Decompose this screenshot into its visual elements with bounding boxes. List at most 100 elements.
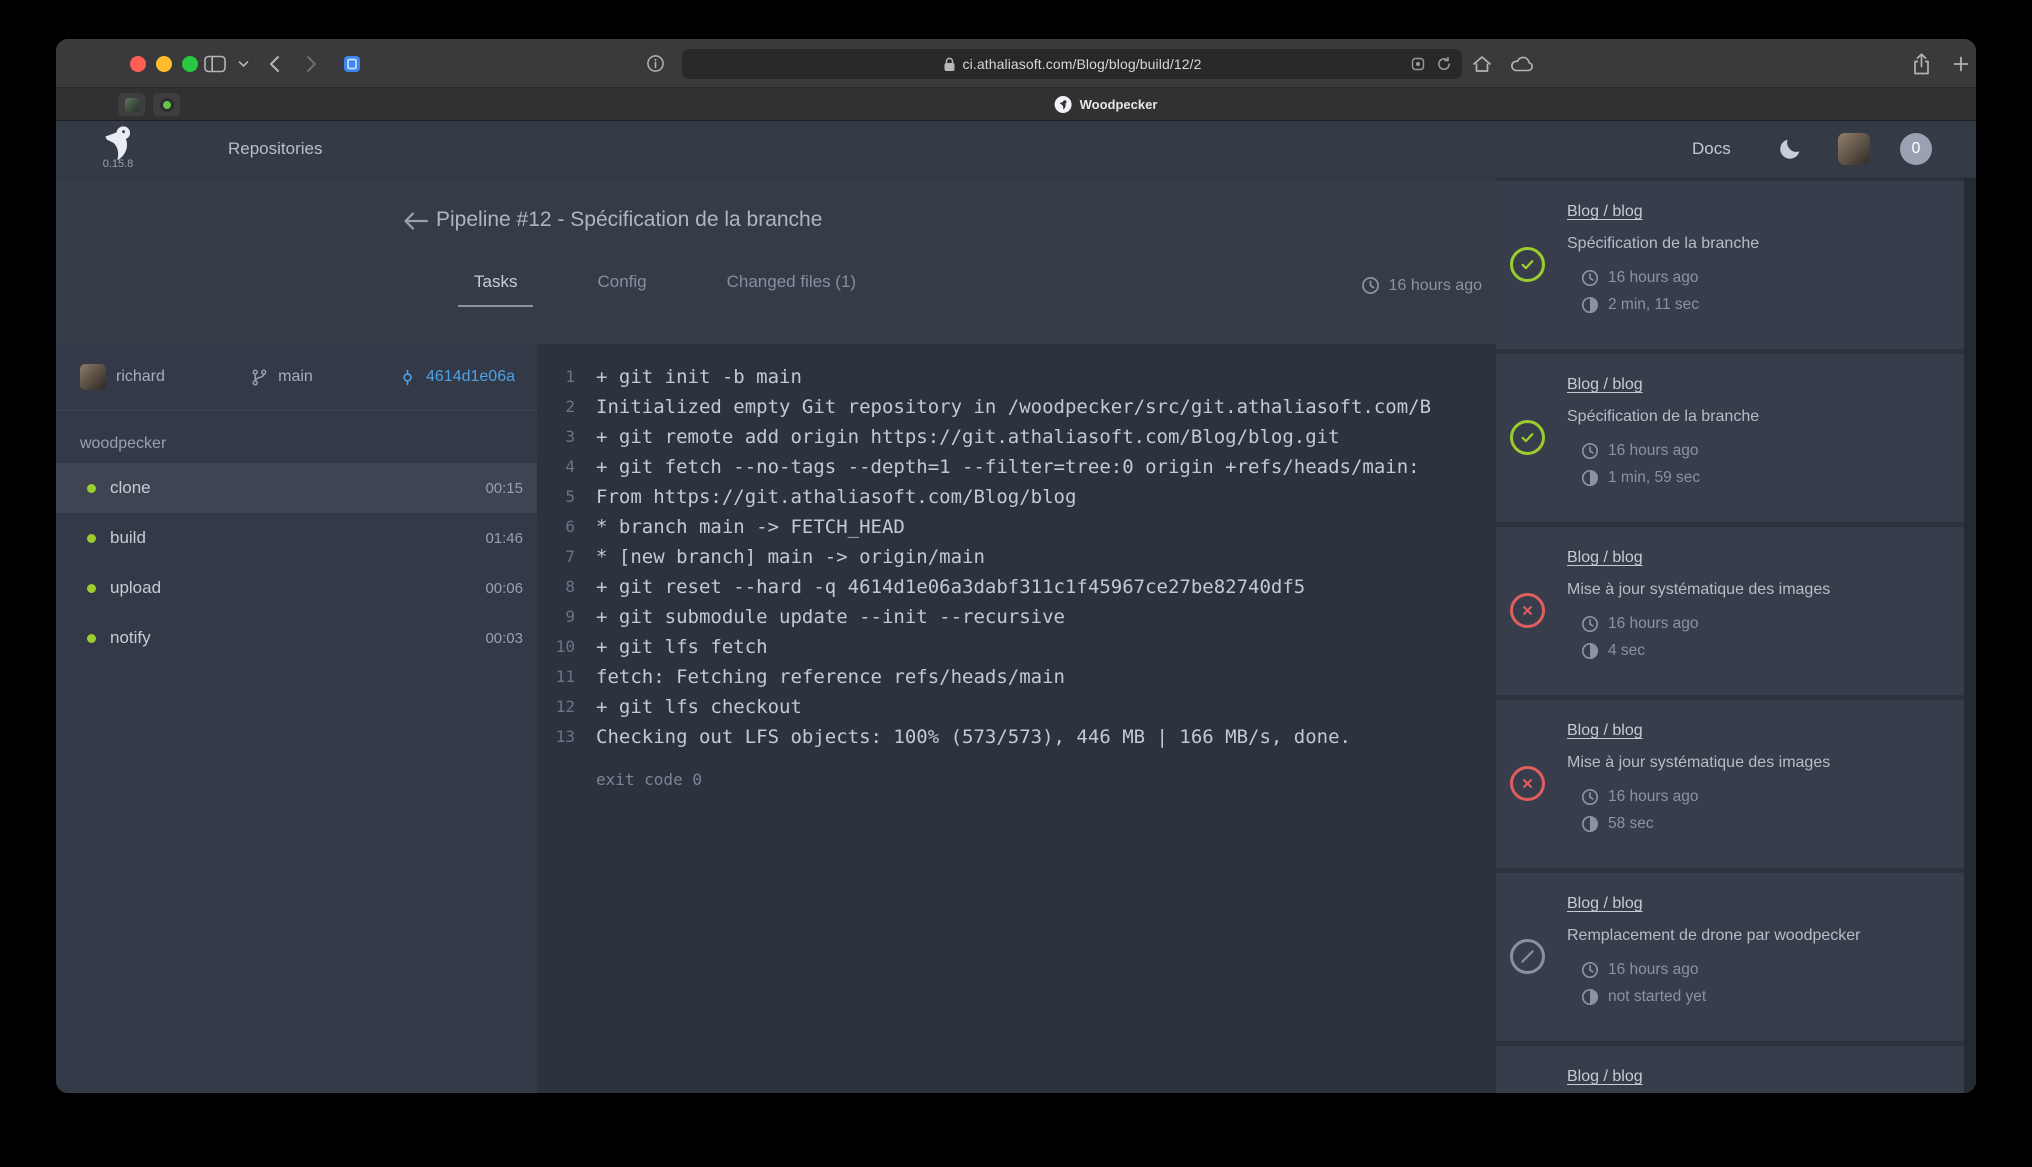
build-card[interactable]: Blog / blog <box>1496 1046 1964 1093</box>
commit-author: richard <box>80 364 165 390</box>
build-card-text: Blog / blog Mise à jour systématique des… <box>1496 700 1964 833</box>
log-line-number: 6 <box>537 512 575 542</box>
build-time-label: 16 hours ago <box>1608 269 1699 287</box>
build-time-label: 16 hours ago <box>1608 961 1699 979</box>
build-duration-label: 4 sec <box>1608 642 1645 660</box>
pipeline-tab[interactable]: Changed files (1) <box>711 266 872 307</box>
slash-icon <box>1518 947 1537 966</box>
build-card-text: Blog / blog Remplacement de drone par wo… <box>1496 873 1964 1006</box>
commit-hash-link[interactable]: 4614d1e06a <box>399 368 515 386</box>
forward-button[interactable] <box>306 39 318 88</box>
step-name: upload <box>110 578 161 598</box>
log-line-number: 5 <box>537 482 575 512</box>
cloud-icon[interactable] <box>1510 39 1534 88</box>
log-console: 1 + git init -b main 2 Initialized empty… <box>537 344 1496 1093</box>
build-status-icon <box>1510 247 1545 282</box>
step-status-dot <box>87 534 96 543</box>
step-duration: 00:06 <box>485 580 523 597</box>
build-duration: 2 min, 11 sec <box>1581 296 1948 314</box>
user-avatar[interactable] <box>1838 133 1870 165</box>
step-row[interactable]: clone 00:15 <box>56 463 537 513</box>
woodpecker-logo[interactable]: 0.15.8 <box>94 123 142 170</box>
minimize-window-button[interactable] <box>156 56 172 72</box>
new-tab-icon[interactable] <box>1952 39 1970 88</box>
log-line-number: 10 <box>537 632 575 662</box>
window-controls <box>130 39 198 88</box>
build-status-icon <box>1510 420 1545 455</box>
build-card[interactable]: Blog / blog Mise à jour systématique des… <box>1496 527 1964 695</box>
close-window-button[interactable] <box>130 56 146 72</box>
pinned-tab[interactable] <box>153 93 180 116</box>
log-line-number: 8 <box>537 572 575 602</box>
privacy-badge-icon[interactable] <box>1410 56 1426 72</box>
reload-icon[interactable] <box>1436 56 1452 72</box>
build-duration: not started yet <box>1581 988 1948 1006</box>
step-row[interactable]: notify 00:03 <box>56 613 537 663</box>
build-card-text: Blog / blog <box>1496 1046 1964 1093</box>
version-label: 0.15.8 <box>94 158 142 170</box>
back-button[interactable] <box>268 39 280 88</box>
sidebar-toggle-icon[interactable] <box>204 39 226 88</box>
build-feed: Blog / blog Spécification de la branche … <box>1496 178 1976 1093</box>
step-row[interactable]: upload 00:06 <box>56 563 537 613</box>
build-card[interactable]: Blog / blog Spécification de la branche … <box>1496 354 1964 522</box>
woodpecker-app: 0.15.8 Repositories Docs 0 Pipeline #12 <box>56 121 1976 1093</box>
pipeline-header: Pipeline #12 - Spécification de la branc… <box>56 178 1496 344</box>
back-arrow-icon[interactable] <box>402 209 430 233</box>
commit-hash: 4614d1e06a <box>426 368 515 386</box>
x-icon <box>1519 775 1536 792</box>
repo-link[interactable]: Blog / blog <box>1567 1066 1643 1088</box>
build-card[interactable]: Blog / blog Remplacement de drone par wo… <box>1496 873 1964 1041</box>
build-time: 16 hours ago <box>1581 442 1948 460</box>
repo-link[interactable]: Blog / blog <box>1567 201 1643 223</box>
repo-link[interactable]: Blog / blog <box>1567 893 1643 915</box>
build-time-label: 16 hours ago <box>1608 788 1699 806</box>
pipeline-tab[interactable]: Tasks <box>458 266 533 307</box>
build-status-icon <box>1510 593 1545 628</box>
commit-message: Mise à jour systématique des images <box>1567 752 1948 774</box>
share-icon[interactable] <box>1912 39 1931 88</box>
active-browser-tab[interactable]: Woodpecker <box>1055 88 1158 121</box>
clock-icon <box>1581 615 1599 633</box>
build-duration: 58 sec <box>1581 815 1948 833</box>
repo-link[interactable]: Blog / blog <box>1567 547 1643 569</box>
pipeline-tab[interactable]: Config <box>581 266 662 307</box>
clock-icon <box>1361 276 1380 295</box>
log-line-number: 2 <box>537 392 575 422</box>
log-line: 9 + git submodule update --init --recurs… <box>537 602 1496 632</box>
exit-code: exit code 0 <box>596 770 1496 789</box>
chevron-down-icon[interactable] <box>238 39 249 88</box>
build-time-label: 16 hours ago <box>1608 442 1699 460</box>
scrollbar[interactable] <box>1964 178 1976 1093</box>
log-line-number: 4 <box>537 452 575 482</box>
author-name: richard <box>116 368 165 386</box>
pinned-tab-favicon <box>125 98 139 112</box>
address-bar[interactable]: ci.athaliasoft.com/Blog/blog/build/12/2 <box>682 49 1462 79</box>
moon-icon[interactable] <box>1778 136 1803 161</box>
url-text: ci.athaliasoft.com/Blog/blog/build/12/2 <box>963 56 1202 72</box>
log-line: 7 * [new branch] main -> origin/main <box>537 542 1496 572</box>
step-row[interactable]: build 01:46 <box>56 513 537 563</box>
nav-docs[interactable]: Docs <box>1692 139 1731 159</box>
log-line-number: 12 <box>537 692 575 722</box>
page-info-icon[interactable] <box>646 39 665 88</box>
zoom-window-button[interactable] <box>182 56 198 72</box>
pinned-site-icon[interactable] <box>342 39 362 88</box>
build-time: 16 hours ago <box>1581 269 1948 287</box>
log-line: 4 + git fetch --no-tags --depth=1 --filt… <box>537 452 1496 482</box>
build-duration-label: not started yet <box>1608 988 1706 1006</box>
commit-branch: main <box>251 368 313 386</box>
build-card[interactable]: Blog / blog Mise à jour systématique des… <box>1496 700 1964 868</box>
branch-icon <box>251 369 268 386</box>
commit-icon <box>399 369 416 386</box>
nav-repositories[interactable]: Repositories <box>228 139 323 159</box>
home-icon[interactable] <box>1472 39 1492 88</box>
build-card[interactable]: Blog / blog Spécification de la branche … <box>1496 181 1964 349</box>
commit-message: Remplacement de drone par woodpecker <box>1567 925 1948 947</box>
pinned-tab[interactable] <box>118 93 145 116</box>
repo-link[interactable]: Blog / blog <box>1567 720 1643 742</box>
build-card-text: Blog / blog Spécification de la branche … <box>1496 181 1964 314</box>
notification-badge[interactable]: 0 <box>1900 133 1932 165</box>
repo-link[interactable]: Blog / blog <box>1567 374 1643 396</box>
author-avatar <box>80 364 106 390</box>
